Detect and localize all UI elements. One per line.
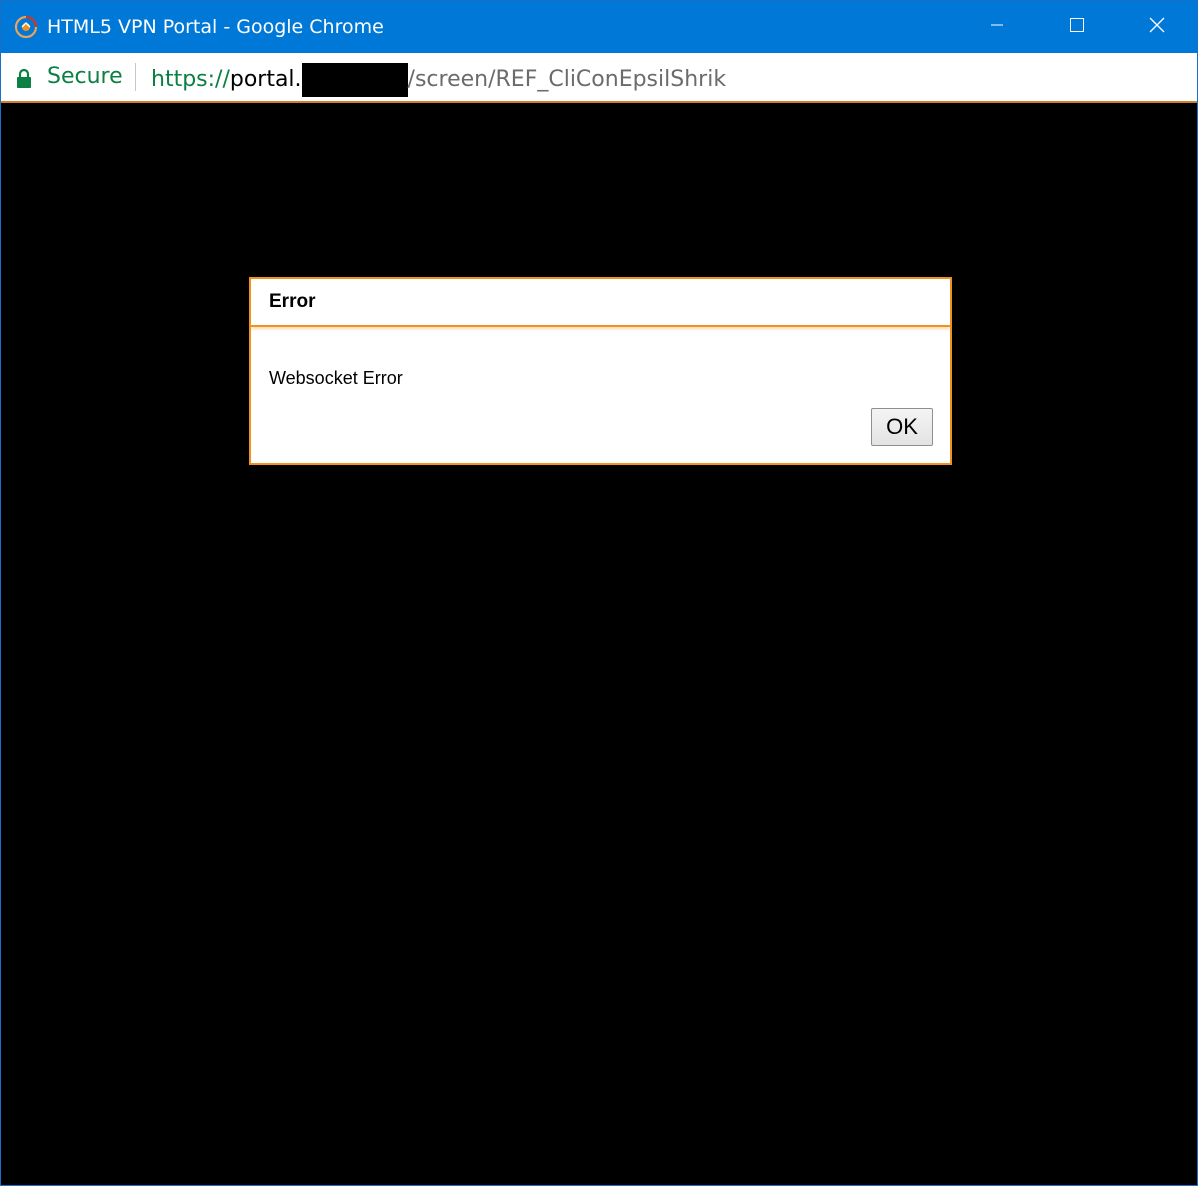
close-button[interactable] [1117, 1, 1197, 53]
address-divider [135, 63, 136, 91]
dialog-message: Websocket Error [269, 368, 403, 388]
maximize-icon [1070, 17, 1084, 37]
dialog-title: Error [269, 291, 316, 312]
minimize-icon [991, 18, 1003, 36]
window-title: HTML5 VPN Portal - Google Chrome [47, 16, 384, 38]
remote-screen-canvas[interactable] [1, 103, 1197, 1185]
close-icon [1149, 17, 1165, 38]
app-logo-icon [13, 14, 39, 40]
browser-window: HTML5 VPN Portal - Google Chrome Secure [0, 0, 1198, 1186]
address-bar[interactable]: Secure https:// portal. /screen/REF_CliC… [1, 53, 1197, 103]
secure-label[interactable]: Secure [47, 63, 123, 91]
url-scheme: https:// [151, 67, 230, 92]
url-host: portal. [229, 67, 302, 92]
error-dialog: Error Websocket Error OK [249, 277, 952, 465]
url-field[interactable]: https:// portal. /screen/REF_CliConEpsil… [151, 63, 726, 97]
dialog-header: Error [251, 279, 950, 327]
minimize-button[interactable] [957, 1, 1037, 53]
title-bar[interactable]: HTML5 VPN Portal - Google Chrome [1, 1, 1197, 53]
maximize-button[interactable] [1037, 1, 1117, 53]
redacted-domain-box [301, 63, 408, 97]
ok-button[interactable]: OK [871, 408, 933, 446]
lock-icon[interactable] [16, 68, 32, 88]
url-path: /screen/REF_CliConEpsilShrik [407, 67, 727, 92]
